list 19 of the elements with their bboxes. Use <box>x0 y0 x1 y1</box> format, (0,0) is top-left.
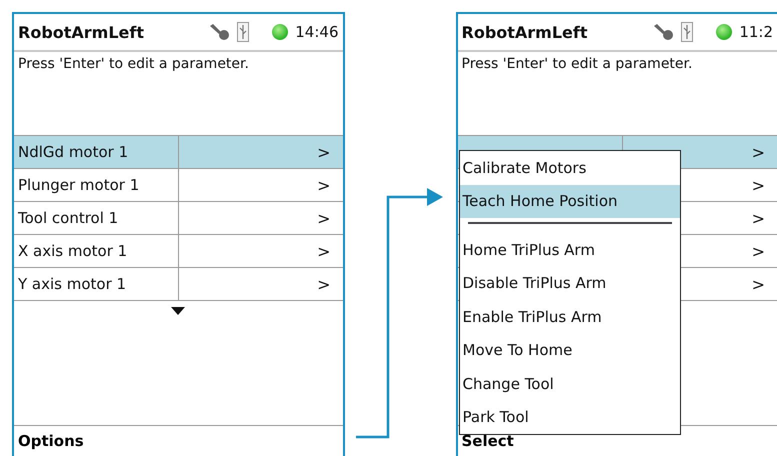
chevron-text: > <box>750 142 766 164</box>
screen-title: RobotArmLeft <box>462 22 589 42</box>
parameter-label: NdlGd motor 1 <box>14 136 179 168</box>
parameter-label: Tool control 1 <box>14 202 179 234</box>
clock-time: 14:46 <box>295 23 338 41</box>
chevron-text: > <box>316 142 332 164</box>
parameter-label: Plunger motor 1 <box>14 169 179 201</box>
chevron-text: > <box>750 208 766 230</box>
chevron-text: > <box>750 240 766 262</box>
chevron-text: > <box>750 174 766 196</box>
chevron-text: > <box>316 174 332 196</box>
chevron-text: > <box>316 208 332 230</box>
chevron-text: > <box>316 274 332 296</box>
clock-time: 11:2 <box>739 23 773 41</box>
parameter-label: X axis motor 1 <box>14 235 179 267</box>
screen-title: RobotArmLeft <box>18 22 146 42</box>
parameter-label: Y axis motor 1 <box>14 268 179 300</box>
chevron-text: > <box>750 274 766 296</box>
chevron-text: > <box>316 240 332 262</box>
